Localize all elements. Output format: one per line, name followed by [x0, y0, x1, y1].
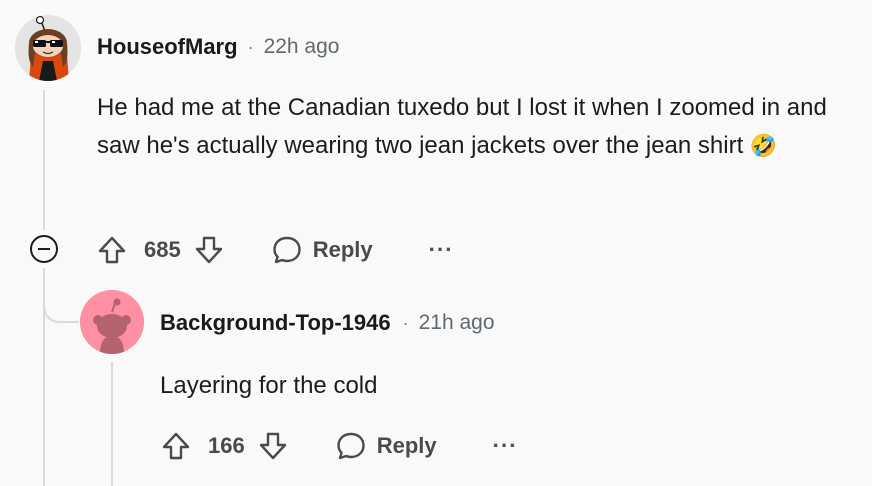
reply-button[interactable]: Reply — [335, 430, 437, 462]
reply-label: Reply — [312, 237, 373, 262]
default-snoo-avatar-icon — [80, 290, 144, 354]
speech-bubble-icon — [273, 236, 301, 264]
thread-branch-connector — [43, 268, 79, 323]
arrow-up-icon — [162, 432, 190, 460]
separator-dot: · — [402, 312, 409, 333]
comment-text: Layering for the cold — [160, 372, 378, 399]
upvote-button[interactable] — [96, 234, 128, 266]
comment-header: HouseofMarg · 22h ago — [97, 33, 339, 61]
timestamp[interactable]: 22h ago — [264, 35, 340, 59]
arrow-down-icon — [195, 236, 222, 264]
downvote-button[interactable] — [257, 430, 289, 462]
vote-count: 166 — [208, 433, 245, 458]
rolling-laughing-emoji: 🤣 — [749, 133, 778, 158]
comment-header: Background-Top-1946 · 21h ago — [160, 309, 495, 337]
minus-icon — [38, 248, 50, 250]
vote-count: 685 — [144, 237, 181, 262]
comment-text: He had me at the Canadian tuxedo but I l… — [97, 94, 827, 159]
speech-bubble-icon — [337, 432, 365, 460]
arrow-down-icon — [259, 432, 286, 460]
reply-button[interactable]: Reply — [271, 234, 373, 266]
downvote-button[interactable] — [193, 234, 225, 266]
comment-actions: 166 Reply ··· — [160, 428, 518, 464]
thread-line-main[interactable] — [43, 90, 45, 230]
username-link[interactable]: HouseofMarg — [97, 34, 238, 60]
comment-body: He had me at the Canadian tuxedo but I l… — [97, 89, 857, 165]
avatar[interactable] — [15, 15, 81, 81]
collapse-button[interactable] — [30, 235, 58, 263]
comment-actions: 685 Reply ··· — [96, 232, 454, 268]
separator-dot: · — [247, 36, 254, 57]
snoo-avatar-sunglasses-icon — [15, 15, 81, 81]
more-options-button[interactable]: ··· — [429, 237, 454, 263]
reply-label: Reply — [376, 433, 437, 458]
avatar[interactable] — [80, 290, 144, 354]
upvote-button[interactable] — [160, 430, 192, 462]
more-options-button[interactable]: ··· — [493, 433, 518, 459]
username-link[interactable]: Background-Top-1946 — [160, 310, 391, 336]
thread-line-reply[interactable] — [111, 362, 113, 486]
timestamp[interactable]: 21h ago — [419, 311, 495, 335]
comment-body: Layering for the cold — [160, 367, 840, 405]
arrow-up-icon — [98, 236, 126, 264]
